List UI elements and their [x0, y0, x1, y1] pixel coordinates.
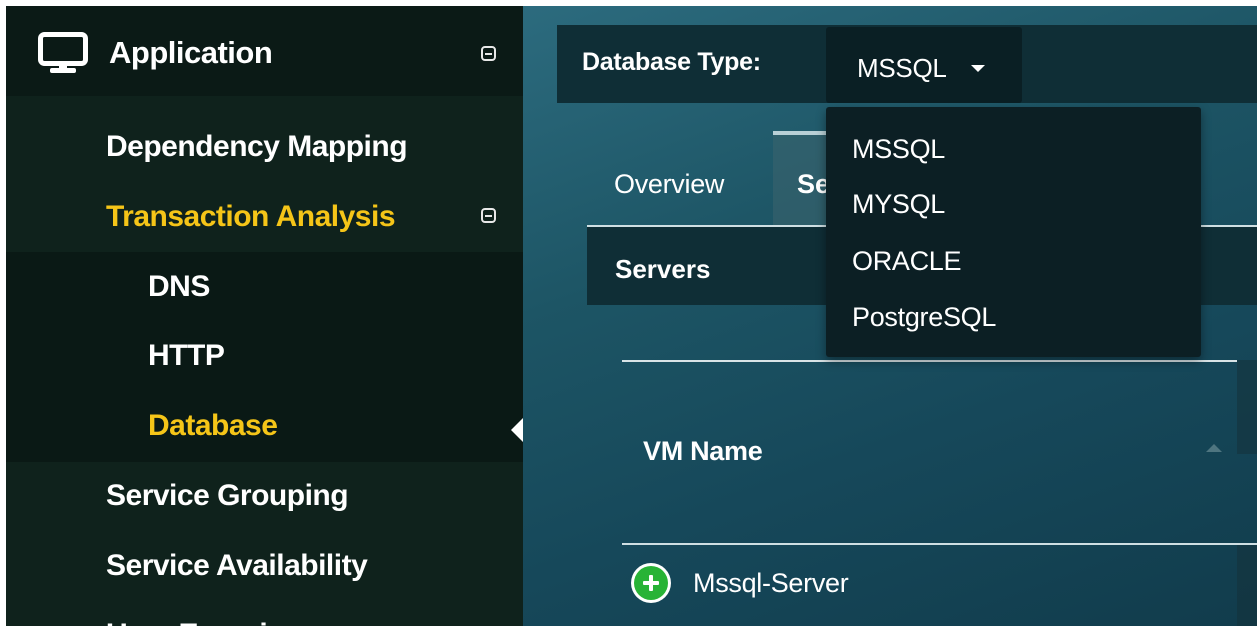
- sidebar-item-service-availability[interactable]: Service Availability: [106, 549, 368, 583]
- sidebar-item-http[interactable]: HTTP: [148, 339, 225, 373]
- caret-down-icon: [971, 65, 985, 72]
- dropdown-option-postgresql[interactable]: PostgreSQL: [852, 302, 996, 333]
- sidebar-item-transaction-analysis[interactable]: Transaction Analysis: [106, 200, 396, 234]
- column-header-vm-name[interactable]: VM Name: [643, 436, 763, 467]
- collapse-icon[interactable]: [481, 208, 496, 223]
- dropdown-option-mssql[interactable]: MSSQL: [852, 134, 945, 165]
- sidebar-section-application[interactable]: Application: [6, 6, 523, 96]
- plus-circle-icon[interactable]: [631, 563, 671, 603]
- database-type-value: MSSQL: [857, 53, 947, 83]
- table-top-border: [622, 360, 1237, 362]
- sidebar: Application Dependency Mapping Transacti…: [6, 6, 523, 626]
- header-bar: Database Type: MSSQL: [557, 25, 1257, 103]
- collapse-icon[interactable]: [481, 46, 496, 61]
- tab-overview[interactable]: Overview: [587, 131, 773, 226]
- sidebar-item-dns[interactable]: DNS: [148, 270, 210, 304]
- column-divider: [1237, 360, 1257, 454]
- database-type-dropdown-button[interactable]: MSSQL: [826, 27, 1022, 103]
- servers-panel-title: Servers: [615, 254, 711, 284]
- database-type-dropdown-menu: MSSQL MYSQL ORACLE PostgreSQL: [826, 107, 1201, 357]
- sort-ascending-icon[interactable]: [1206, 444, 1222, 452]
- monitor-icon: [38, 32, 88, 73]
- dropdown-option-oracle[interactable]: ORACLE: [852, 246, 962, 277]
- table-cell-vm-name[interactable]: Mssql-Server: [693, 568, 849, 599]
- dropdown-option-mysql[interactable]: MYSQL: [852, 189, 945, 220]
- table-row-border: [622, 543, 1257, 545]
- sidebar-item-database[interactable]: Database: [148, 409, 278, 443]
- column-divider: [1237, 545, 1257, 626]
- database-type-label: Database Type:: [582, 48, 761, 76]
- active-indicator-icon: [511, 418, 523, 442]
- sidebar-item-service-grouping[interactable]: Service Grouping: [106, 479, 349, 513]
- app-frame: Application Dependency Mapping Transacti…: [6, 6, 1257, 626]
- sidebar-item-user-experience[interactable]: User Experience: [106, 618, 334, 626]
- sidebar-item-dependency-mapping[interactable]: Dependency Mapping: [106, 130, 408, 164]
- tab-overview-label: Overview: [614, 169, 725, 199]
- sidebar-section-label: Application: [109, 35, 273, 70]
